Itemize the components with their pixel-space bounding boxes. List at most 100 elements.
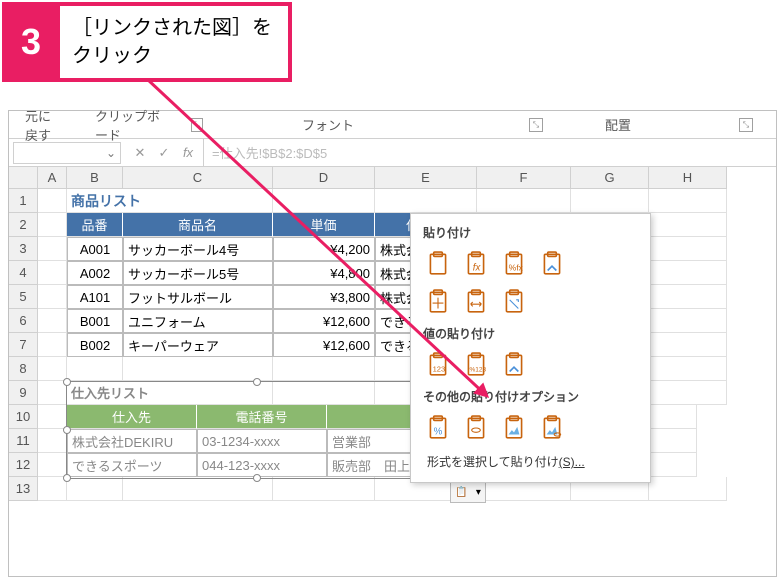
cell[interactable]: ¥4,800 — [273, 261, 375, 285]
col-header[interactable]: D — [273, 167, 375, 189]
row-header[interactable]: 9 — [9, 381, 38, 405]
cell[interactable] — [123, 477, 273, 501]
table-header[interactable]: 品番 — [67, 213, 123, 237]
cell[interactable]: ¥4,200 — [273, 237, 375, 261]
paste-formatting-icon[interactable]: % — [421, 411, 455, 445]
table-header[interactable]: 単価 — [273, 213, 375, 237]
row-header[interactable]: 13 — [9, 477, 38, 501]
paste-transpose-icon[interactable] — [497, 285, 531, 319]
cell-title[interactable]: 仕入先リスト — [67, 381, 273, 405]
cell-title[interactable]: 商品リスト — [67, 189, 273, 213]
cell[interactable] — [67, 357, 123, 381]
row-header[interactable]: 12 — [9, 453, 38, 477]
col-header[interactable]: A — [38, 167, 67, 189]
cell[interactable]: A101 — [67, 285, 123, 309]
cell[interactable] — [38, 213, 67, 237]
cell[interactable] — [38, 261, 67, 285]
cell[interactable] — [649, 309, 727, 333]
cell[interactable] — [273, 477, 375, 501]
cell[interactable]: できるスポーツ — [67, 453, 197, 477]
cell[interactable]: ¥12,600 — [273, 333, 375, 357]
paste-values-source-icon[interactable] — [497, 348, 531, 382]
cell[interactable]: ¥3,800 — [273, 285, 375, 309]
cell[interactable] — [477, 189, 571, 213]
row-header[interactable]: 2 — [9, 213, 38, 237]
cell[interactable]: B002 — [67, 333, 123, 357]
cell[interactable]: 03-1234-xxxx — [197, 429, 327, 453]
table-header[interactable]: 電話番号 — [197, 405, 327, 429]
row-header[interactable]: 3 — [9, 237, 38, 261]
cell[interactable] — [649, 477, 727, 501]
col-header[interactable]: H — [649, 167, 727, 189]
name-box[interactable]: ⌄ — [13, 142, 121, 164]
row-header[interactable]: 1 — [9, 189, 38, 213]
paste-no-borders-icon[interactable] — [421, 285, 455, 319]
row-header[interactable]: 8 — [9, 357, 38, 381]
cell[interactable]: B001 — [67, 309, 123, 333]
cell[interactable] — [38, 237, 67, 261]
paste-picture-icon[interactable] — [497, 411, 531, 445]
paste-column-widths-icon[interactable] — [459, 285, 493, 319]
cell[interactable] — [38, 381, 67, 405]
cell[interactable] — [375, 189, 477, 213]
ribbon-clipboard-label[interactable]: クリップボード — [79, 106, 187, 144]
table-header[interactable]: 仕入先 — [67, 405, 197, 429]
fx-icon[interactable]: fx — [179, 145, 197, 160]
paste-formulas-icon[interactable]: fx — [459, 247, 493, 281]
cell[interactable]: サッカーボール5号 — [123, 261, 273, 285]
row-header[interactable]: 6 — [9, 309, 38, 333]
cell[interactable] — [67, 477, 123, 501]
cell[interactable] — [649, 213, 727, 237]
paste-special-link[interactable]: 形式を選択して貼り付け(S)... — [417, 447, 644, 476]
cell[interactable]: キーパーウェア — [123, 333, 273, 357]
paste-formulas-number-icon[interactable]: %fx — [497, 247, 531, 281]
paste-keep-source-icon[interactable] — [535, 247, 569, 281]
col-header[interactable]: E — [375, 167, 477, 189]
row-header[interactable]: 10 — [9, 405, 38, 429]
ribbon-alignment-label[interactable]: 配置 — [589, 115, 647, 134]
paste-link-icon[interactable] — [459, 411, 493, 445]
cell[interactable] — [273, 357, 375, 381]
cell[interactable] — [38, 333, 67, 357]
cell[interactable]: 044-123-xxxx — [197, 453, 327, 477]
select-all-button[interactable] — [9, 167, 38, 189]
enter-icon[interactable]: ✓ — [155, 145, 173, 161]
cell[interactable] — [123, 357, 273, 381]
cell[interactable] — [38, 189, 67, 213]
cell[interactable] — [38, 357, 67, 381]
table-header[interactable]: 商品名 — [123, 213, 273, 237]
cell[interactable]: ユニフォーム — [123, 309, 273, 333]
cell[interactable] — [273, 381, 375, 405]
cell[interactable]: A001 — [67, 237, 123, 261]
cell[interactable] — [38, 453, 67, 477]
col-header[interactable]: B — [67, 167, 123, 189]
row-header[interactable]: 4 — [9, 261, 38, 285]
cell[interactable]: A002 — [67, 261, 123, 285]
paste-options-button[interactable]: 📋 ▾ — [450, 481, 486, 503]
paste-default-icon[interactable] — [421, 247, 455, 281]
row-header[interactable]: 11 — [9, 429, 38, 453]
cell[interactable] — [649, 189, 727, 213]
row-header[interactable]: 5 — [9, 285, 38, 309]
cell[interactable] — [649, 357, 727, 381]
cell[interactable] — [649, 285, 727, 309]
cell[interactable] — [38, 309, 67, 333]
cell[interactable]: 株式会社DEKIRU — [67, 429, 197, 453]
cancel-icon[interactable]: ✕ — [131, 145, 149, 161]
cell[interactable] — [38, 429, 67, 453]
col-header[interactable]: G — [571, 167, 649, 189]
row-header[interactable]: 7 — [9, 333, 38, 357]
cell[interactable] — [649, 333, 727, 357]
ribbon-undo-label[interactable]: 元に戻す — [9, 106, 79, 144]
ribbon-font-label[interactable]: フォント — [286, 115, 370, 134]
cell[interactable] — [649, 237, 727, 261]
cell[interactable] — [38, 405, 67, 429]
cell[interactable] — [571, 189, 649, 213]
alignment-launcher-icon[interactable]: ⤡ — [739, 118, 753, 132]
cell[interactable] — [38, 285, 67, 309]
cell[interactable]: ¥12,600 — [273, 309, 375, 333]
cell[interactable] — [649, 261, 727, 285]
col-header[interactable]: F — [477, 167, 571, 189]
cell[interactable]: フットサルボール — [123, 285, 273, 309]
cell[interactable] — [38, 477, 67, 501]
